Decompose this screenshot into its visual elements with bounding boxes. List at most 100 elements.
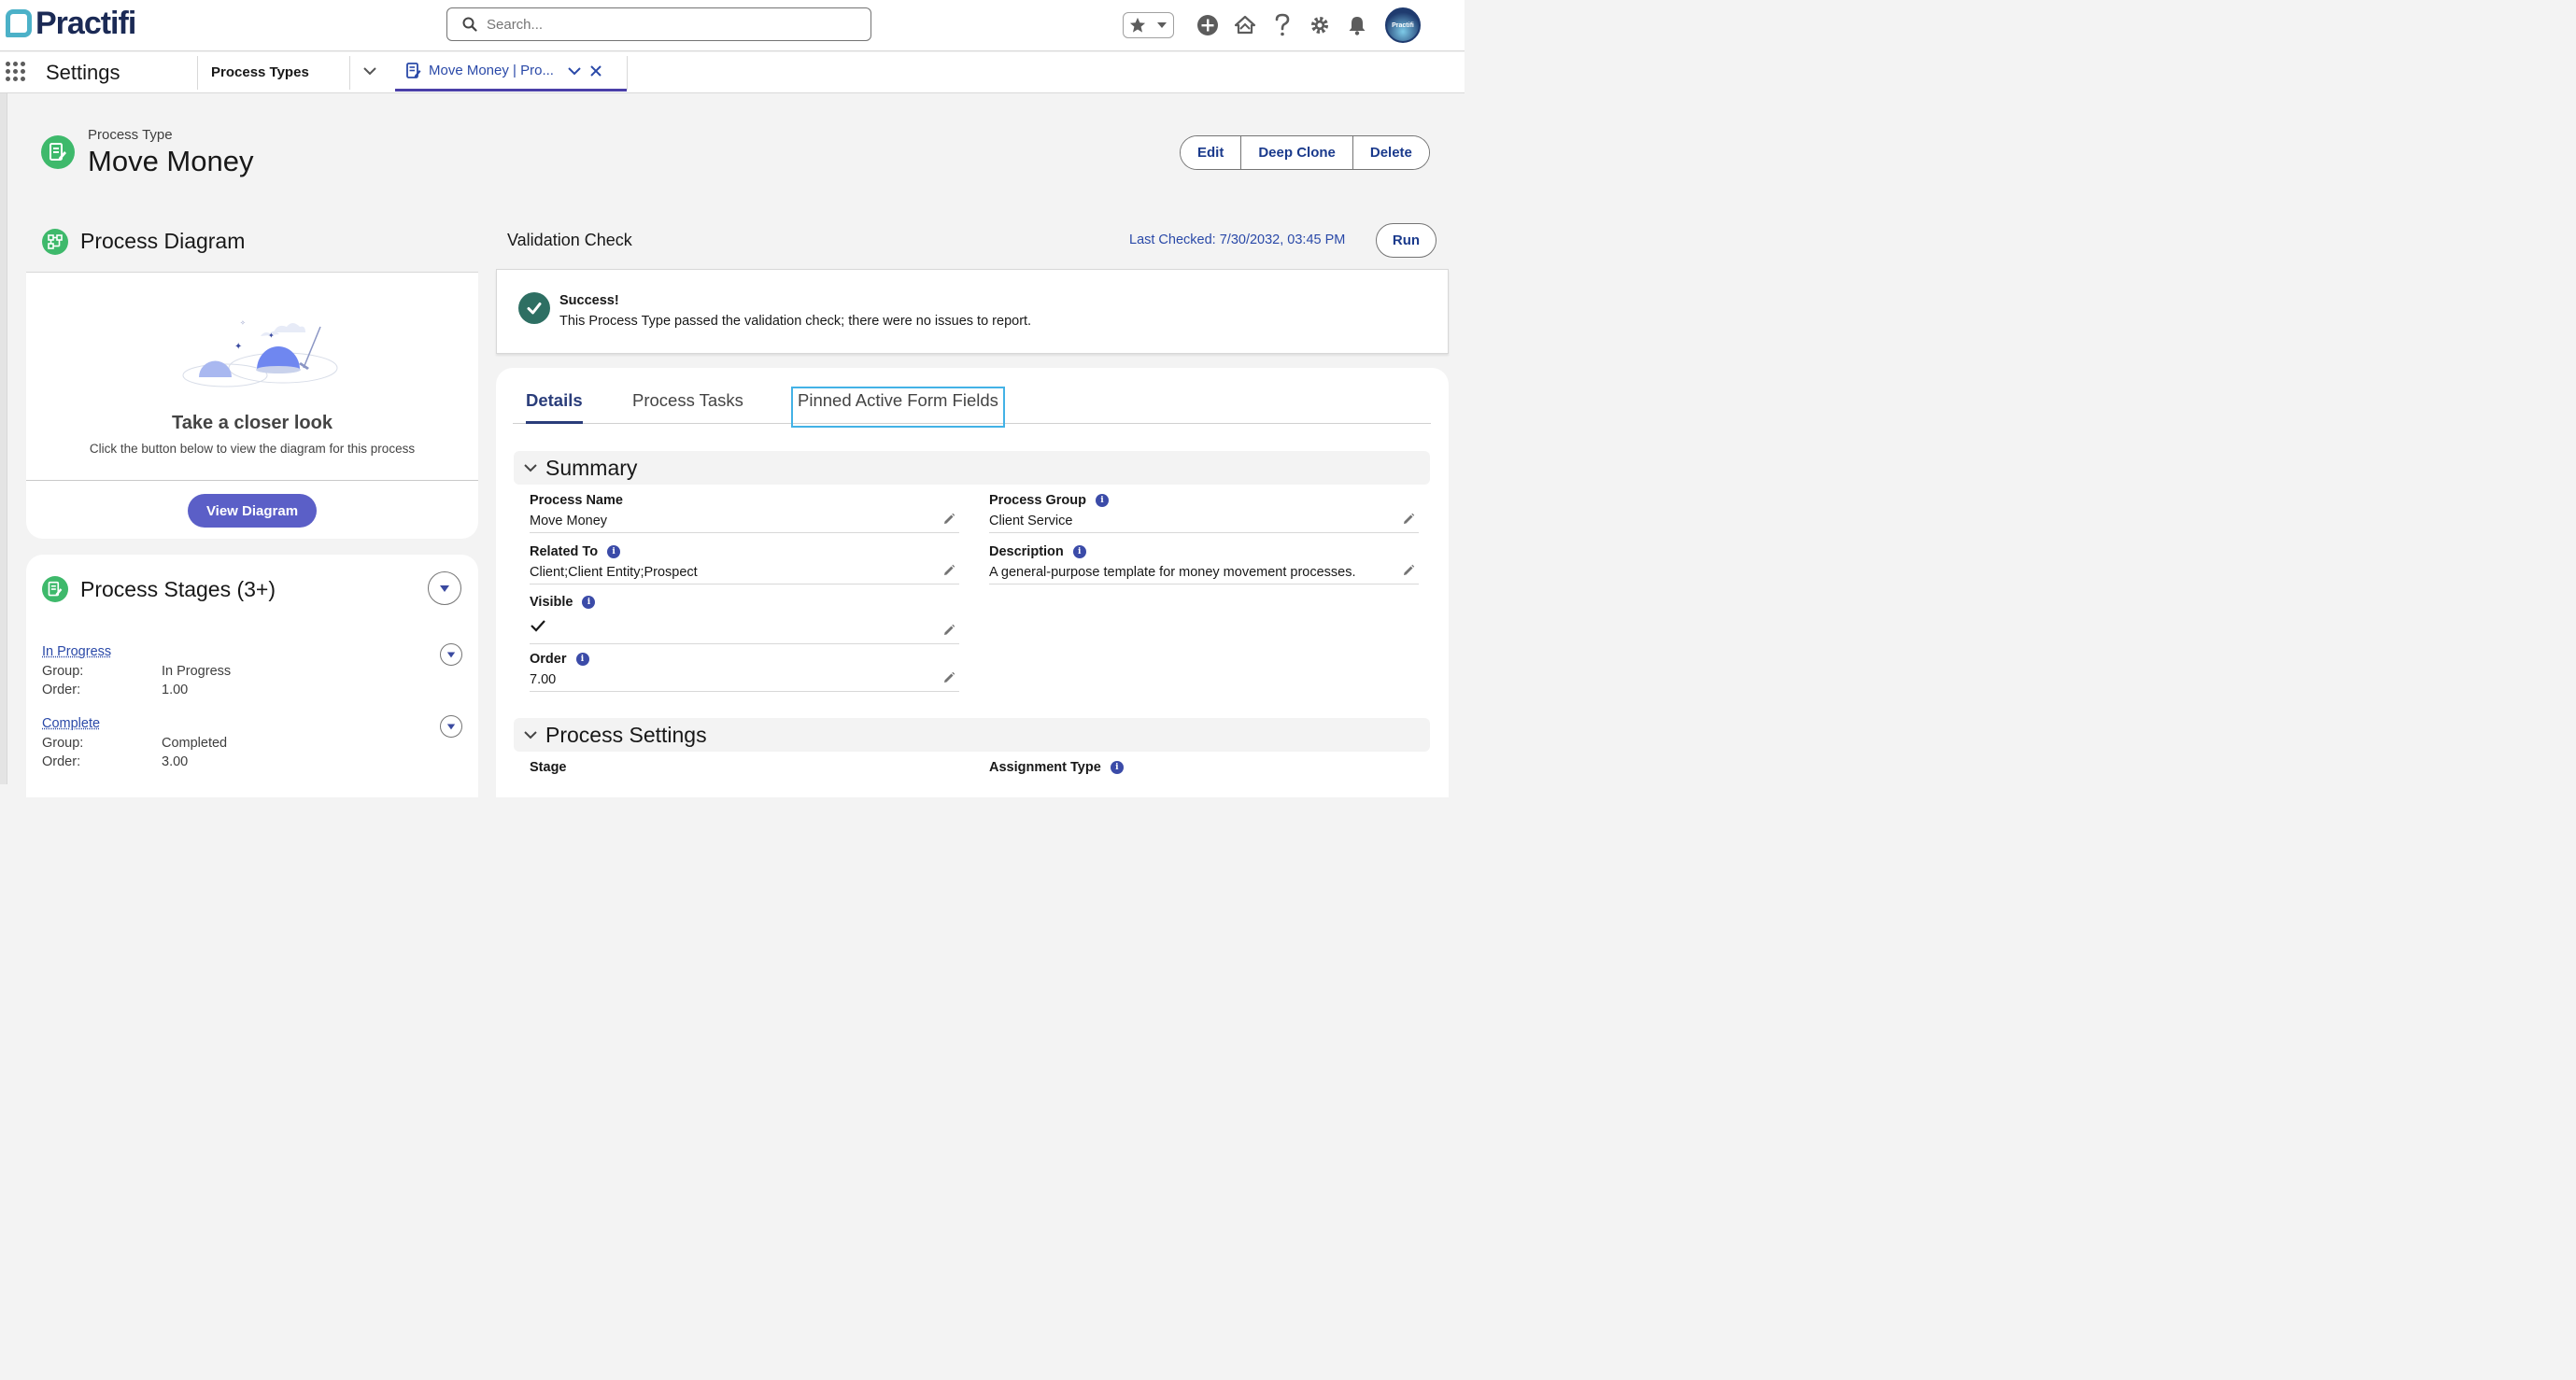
- field-label: Description: [989, 544, 1064, 559]
- tab-pinned-active-form-fields[interactable]: Pinned Active Form Fields: [791, 387, 1005, 428]
- practifi-logo[interactable]: Practifi: [6, 7, 136, 39]
- pencil-icon[interactable]: [942, 624, 955, 637]
- info-icon[interactable]: i: [607, 545, 621, 558]
- stage-group-value: In Progress: [162, 664, 232, 679]
- add-icon[interactable]: [1196, 13, 1220, 37]
- svg-text:✧: ✧: [240, 319, 246, 327]
- empty-state-heading: Take a closer look: [172, 413, 333, 433]
- star-icon[interactable]: [1129, 17, 1146, 34]
- field-value: A general-purpose template for money mov…: [989, 565, 1356, 580]
- assignment-type-field: Assignment Type i: [989, 760, 1419, 775]
- summary-section-title: Summary: [545, 455, 638, 480]
- field-label: Process Group: [989, 493, 1086, 508]
- chevron-down-icon[interactable]: [362, 63, 377, 83]
- process-settings-section-title: Process Settings: [545, 722, 707, 747]
- global-header: Practifi Practifi: [0, 0, 1465, 51]
- nav-divider: [627, 56, 628, 90]
- stage-order-value: 3.00: [162, 754, 189, 769]
- chevron-down-icon: [446, 724, 456, 730]
- empty-state-subtext: Click the button below to view the diagr…: [89, 442, 416, 456]
- tab-label: Move Money | Pro...: [429, 63, 554, 78]
- field-value: Client;Client Entity;Prospect: [530, 565, 698, 580]
- list-item: In Progress Group: In Progress Order: 1.00: [42, 643, 462, 697]
- chevron-down-icon: [524, 731, 537, 739]
- nav-divider: [349, 56, 350, 90]
- pencil-icon[interactable]: [1402, 513, 1415, 526]
- validation-status-message: This Process Type passed the validation …: [559, 314, 1032, 329]
- info-icon[interactable]: i: [1110, 761, 1124, 774]
- trailhead-icon[interactable]: [1233, 13, 1257, 37]
- list-item: Complete Group: Completed Order: 3.00: [42, 715, 462, 769]
- view-diagram-button[interactable]: View Diagram: [188, 494, 317, 528]
- visible-field: Visible i: [530, 595, 959, 644]
- chevron-down-icon: [446, 652, 456, 658]
- stage-menu-button[interactable]: [440, 643, 462, 666]
- tab-process-tasks[interactable]: Process Tasks: [632, 390, 743, 424]
- process-type-record-icon: [41, 135, 75, 169]
- svg-text:✦: ✦: [268, 331, 275, 340]
- pencil-icon[interactable]: [1402, 564, 1415, 577]
- info-icon[interactable]: i: [582, 596, 596, 609]
- gear-icon[interactable]: [1308, 13, 1332, 37]
- info-icon[interactable]: i: [1072, 545, 1086, 558]
- svg-text:✦: ✦: [234, 342, 242, 352]
- search-input[interactable]: [487, 16, 842, 33]
- field-label: Assignment Type: [989, 760, 1101, 775]
- process-diagram-title: Process Diagram: [80, 229, 246, 253]
- app-launcher-icon[interactable]: [6, 62, 26, 82]
- avatar-label: Practifi: [1392, 21, 1414, 29]
- tab-move-money[interactable]: Move Money | Pro...: [395, 52, 627, 92]
- chevron-down-icon[interactable]: [567, 63, 582, 78]
- bell-icon[interactable]: [1345, 13, 1369, 37]
- info-icon[interactable]: i: [575, 653, 589, 666]
- delete-button[interactable]: Delete: [1352, 136, 1429, 169]
- field-value: 7.00: [530, 672, 557, 687]
- pencil-icon[interactable]: [942, 671, 955, 684]
- stage-group-label: Group:: [42, 736, 84, 751]
- empty-state-illustration: ✦ ✦ ✧: [182, 319, 338, 387]
- page-title: Move Money: [88, 145, 254, 177]
- edit-button[interactable]: Edit: [1181, 136, 1242, 169]
- process-stages-icon: [42, 576, 68, 602]
- process-stages-title: Process Stages (3+): [80, 577, 276, 601]
- stages-menu-button[interactable]: [428, 571, 461, 605]
- field-label: Stage: [530, 760, 567, 775]
- global-search[interactable]: [446, 7, 871, 41]
- details-tabset: Details Process Tasks Pinned Active Form…: [513, 381, 1431, 428]
- tab-details[interactable]: Details: [526, 390, 583, 424]
- info-icon[interactable]: i: [1095, 494, 1109, 507]
- field-label: Related To: [530, 544, 599, 559]
- record-type-label: Process Type: [88, 127, 173, 143]
- pencil-icon[interactable]: [942, 564, 955, 577]
- process-group-field: Process Group i Client Service: [989, 493, 1419, 533]
- validation-result-card: Success! This Process Type passed the va…: [496, 269, 1449, 354]
- stage-menu-button[interactable]: [440, 715, 462, 738]
- field-label: Visible: [530, 595, 573, 610]
- validation-status-title: Success!: [559, 293, 619, 308]
- pencil-icon[interactable]: [942, 513, 955, 526]
- page-edge: [0, 93, 7, 784]
- nav-divider: [197, 56, 198, 90]
- stage-group-value: Completed: [162, 736, 228, 751]
- chevron-down-icon[interactable]: [1156, 20, 1168, 31]
- success-check-icon: [518, 292, 550, 324]
- run-button[interactable]: Run: [1376, 223, 1437, 258]
- deep-clone-button[interactable]: Deep Clone: [1241, 136, 1353, 169]
- field-label: Process Name: [530, 493, 623, 508]
- app-nav-bar: Settings Process Types Move Money | Pro.…: [0, 52, 1465, 93]
- nav-item-process-types[interactable]: Process Types: [211, 64, 309, 80]
- stage-order-label: Order:: [42, 683, 81, 697]
- stage-link[interactable]: Complete: [42, 716, 100, 731]
- validation-check-title: Validation Check: [507, 231, 632, 249]
- divider: [26, 480, 478, 481]
- user-avatar[interactable]: Practifi: [1385, 7, 1421, 43]
- help-icon[interactable]: [1270, 13, 1295, 37]
- chevron-down-icon: [440, 585, 449, 592]
- close-icon[interactable]: [589, 64, 602, 77]
- chevron-down-icon: [524, 464, 537, 472]
- stage-link[interactable]: In Progress: [42, 644, 111, 659]
- summary-section-header[interactable]: Summary: [514, 451, 1430, 485]
- stage-field: Stage: [530, 760, 959, 775]
- process-settings-section-header[interactable]: Process Settings: [514, 718, 1430, 752]
- stage-group-label: Group:: [42, 664, 84, 679]
